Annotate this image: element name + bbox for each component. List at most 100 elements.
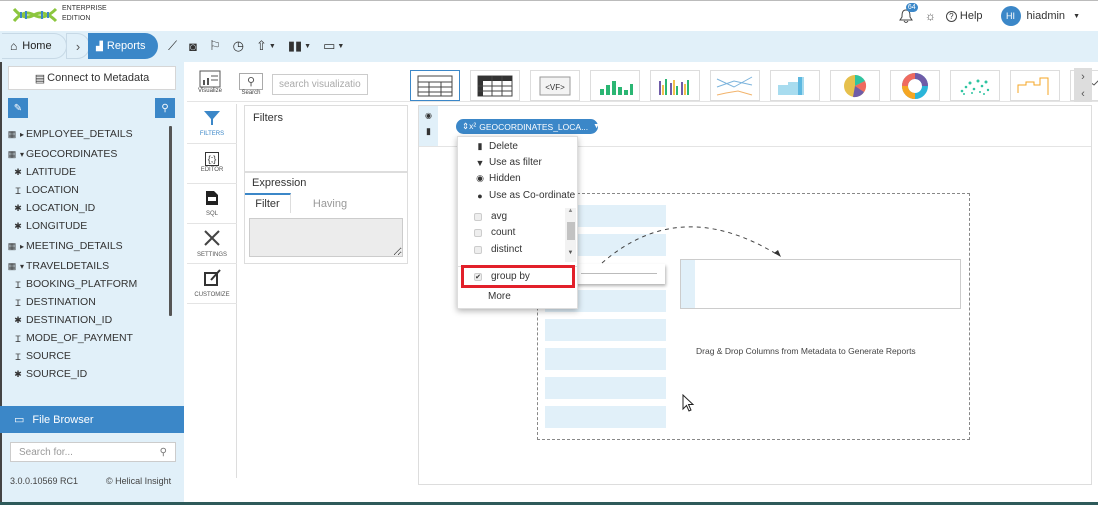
menu-item-delete[interactable]: ▮ Delete [475, 141, 518, 152]
presentation-icon[interactable]: ⚐ [209, 38, 221, 54]
more-label: More [488, 291, 511, 302]
tree-column-item[interactable]: ✱ LONGITUDE [6, 217, 171, 235]
placeholder-target [680, 259, 961, 309]
layout-button[interactable]: ▮▮ ▼ [288, 38, 311, 54]
chart-type-scatter[interactable] [950, 70, 1000, 101]
chart-type-area[interactable] [770, 70, 820, 101]
tree-column-item[interactable]: Ɪ MODE_OF_PAYMENT [6, 329, 171, 347]
line-chart-icon[interactable]: ⟋ [168, 38, 177, 54]
tree-scrollbar[interactable] [169, 126, 172, 316]
aggregation-label: avg [491, 211, 508, 222]
tree-table-item[interactable]: ▦ ▾ TRAVELDETAILS [6, 257, 171, 275]
dragging-bar [573, 264, 665, 284]
tree-table-item[interactable]: ▦ ▾ GEOCORDINATES [6, 145, 171, 163]
caret-right-icon[interactable]: ▸ [20, 242, 24, 251]
tree-table-item[interactable]: ▦ ▸ EMPLOYEE_DETAILS [6, 125, 171, 143]
caret-down-icon[interactable]: ▾ [20, 262, 24, 271]
tool-customize[interactable]: CUSTOMIZE [187, 264, 237, 304]
visualize-button[interactable]: Visualize [196, 70, 224, 100]
tool-label: SETTINGS [196, 252, 227, 258]
menu-item-more[interactable]: More [488, 291, 511, 302]
aggregation-avg[interactable]: avg [474, 211, 507, 222]
chevron-left-icon[interactable]: ‹ [1081, 88, 1085, 100]
scroll-up-icon[interactable]: ▲ [565, 208, 576, 214]
field-pill-label: GEOCORDINATES_LOCA... [479, 121, 589, 132]
preview-icon[interactable]: ◙ [189, 39, 197, 54]
file-search-input[interactable]: Search for... ⚲ [10, 442, 176, 462]
breadcrumb-home[interactable]: ⌂ Home [2, 33, 67, 59]
tool-settings[interactable]: SETTINGS [187, 224, 237, 264]
tab-filter[interactable]: Filter [245, 193, 291, 213]
file-search-placeholder: Search for... [19, 446, 73, 458]
chart-type-crosstab[interactable] [470, 70, 520, 101]
chart-type-bar[interactable] [590, 70, 640, 101]
trash-icon: ▮ [477, 141, 483, 151]
nav-bar [0, 31, 1098, 62]
tree-column-item[interactable]: Ɪ BOOKING_PLATFORM [6, 275, 171, 293]
filters-title: Filters [253, 112, 283, 124]
user-menu[interactable]: HI hiadmin ▼ [1000, 6, 1080, 26]
menu-scroll-thumb[interactable] [567, 222, 575, 240]
chart-type-donut[interactable] [890, 70, 940, 101]
canvas-actions: ◉ ▮ [419, 106, 438, 146]
edit-button[interactable]: ✎ [8, 98, 28, 118]
help-button[interactable]: ? Help [945, 10, 983, 22]
tree-item-label: EMPLOYEE_DETAILS [26, 128, 133, 140]
chart-type-line-area[interactable] [710, 70, 760, 101]
save-button[interactable]: ▭ ▼ [323, 38, 344, 54]
chart-type-grouped-bar[interactable] [650, 70, 700, 101]
connect-metadata-button[interactable]: ▤ Connect to Metadata [8, 66, 176, 90]
chevron-right-icon[interactable]: › [1081, 71, 1085, 83]
tree-item-label: GEOCORDINATES [26, 148, 118, 160]
copyright-label: © Helical Insight [106, 476, 172, 486]
field-pill[interactable]: ⇕x² GEOCORDINATES_LOCA... ▼ [456, 119, 600, 134]
chart-type-custom-vf[interactable]: <VF> [530, 70, 580, 101]
file-browser-button[interactable]: ▭ File Browser [0, 406, 184, 433]
search-metadata-button[interactable]: ⚲ [155, 98, 175, 118]
tab-having[interactable]: Having [300, 195, 360, 213]
globe-icon: ● [477, 190, 483, 201]
checkbox[interactable] [474, 245, 482, 254]
export-button[interactable]: ⇧ ▼ [256, 38, 276, 54]
chart-type-pie[interactable] [830, 70, 880, 101]
tree-column-item[interactable]: ✱ LATITUDE [6, 163, 171, 181]
chart-type-table[interactable] [410, 70, 460, 101]
expression-title: Expression [252, 177, 307, 189]
menu-item-label: Hidden [489, 173, 521, 184]
tree-column-item[interactable]: Ɪ DESTINATION [6, 293, 171, 311]
tree-table-item[interactable]: ▦ ▸ MEETING_DETAILS [6, 237, 171, 255]
menu-item-hidden[interactable]: ◉ Hidden [475, 173, 521, 184]
caret-down-icon[interactable]: ▾ [20, 150, 24, 159]
tool-label: EDITOR [200, 167, 224, 173]
caret-right-icon[interactable]: ▸ [20, 130, 24, 139]
aggregation-count[interactable]: count [474, 227, 515, 238]
tree-column-item[interactable]: ✱ LOCATION_ID [6, 199, 171, 217]
tree-column-item[interactable]: Ɪ LOCATION [6, 181, 171, 199]
tree-column-item[interactable]: Ɪ SOURCE [6, 347, 171, 365]
expression-textarea[interactable] [249, 218, 403, 257]
checkbox[interactable] [474, 228, 482, 237]
menu-item-use-as-filter[interactable]: ▼ Use as filter [475, 157, 542, 168]
notifications-button[interactable]: 64 [898, 3, 918, 24]
aggregation-distinct[interactable]: distinct [474, 244, 522, 255]
help-label: Help [959, 10, 983, 22]
chart-type-step[interactable] [1010, 70, 1060, 101]
scroll-down-icon[interactable]: ▼ [565, 250, 576, 256]
trash-icon[interactable]: ▮ [419, 126, 438, 137]
history-icon[interactable]: ◷ [233, 38, 244, 54]
tips-icon[interactable]: ☼ [925, 9, 936, 23]
search-visualization-input[interactable]: search visualizatio [272, 74, 368, 95]
tool-editor[interactable]: {;} EDITOR [187, 144, 237, 184]
edition-line-1: ENTERPRISE [62, 5, 107, 12]
tool-sql[interactable]: SQL [187, 184, 237, 224]
tool-label: SQL [205, 211, 218, 217]
hide-icon[interactable]: ◉ [419, 111, 438, 120]
tree-column-item[interactable]: ✱ SOURCE_ID [6, 365, 171, 383]
tool-filters[interactable]: FILTERS [187, 104, 237, 144]
checkbox[interactable] [474, 212, 482, 221]
tree-column-item[interactable]: ✱ DESTINATION_ID [6, 311, 171, 329]
gallery-scroll[interactable]: › ‹ [1074, 68, 1092, 102]
menu-item-use-as-co-ordinate[interactable]: ● Use as Co-ordinate [475, 190, 575, 201]
search-viz-button[interactable]: ⚲ Search [237, 73, 265, 100]
breadcrumb-reports[interactable]: ▟ Reports [88, 33, 158, 59]
